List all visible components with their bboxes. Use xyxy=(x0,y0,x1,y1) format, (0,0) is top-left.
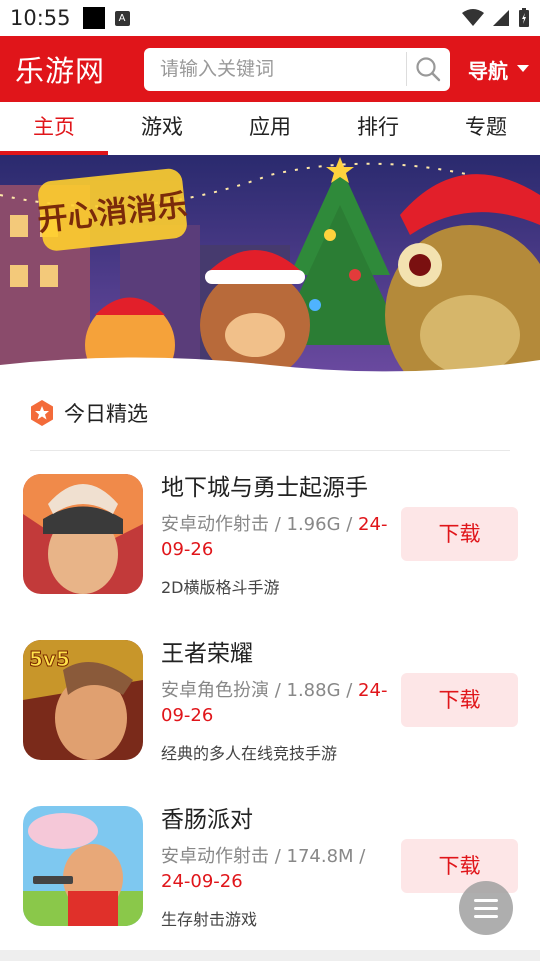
list-item[interactable]: 5v5 王者荣耀 安卓角色扮演 / 1.88G / 24-09-26 经典的多人… xyxy=(0,638,540,778)
item-description: 生存射击游戏 xyxy=(161,910,258,929)
menu-line-icon xyxy=(474,914,498,918)
list-item[interactable]: 地下城与勇士起源手 安卓动作射击 / 1.96G / 24-09-26 2D横版… xyxy=(0,472,540,612)
search-input[interactable] xyxy=(144,47,406,91)
promo-banner[interactable]: 开心消消乐 xyxy=(0,155,540,377)
item-name[interactable]: 王者荣耀 xyxy=(161,634,253,668)
item-meta: 安卓动作射击 / 1.96G / 24-09-26 xyxy=(161,512,396,562)
item-category-size: 安卓动作射击 / 174.8M / xyxy=(161,846,366,867)
item-description: 2D横版格斗手游 xyxy=(161,578,280,597)
item-category-size: 安卓角色扮演 / 1.88G / xyxy=(161,680,359,701)
section-divider xyxy=(30,450,510,451)
item-category-size: 安卓动作射击 / 1.96G / xyxy=(161,514,359,535)
dnf-icon xyxy=(23,474,143,594)
app-icon-wzry[interactable]: 5v5 xyxy=(23,640,143,760)
search-button[interactable] xyxy=(407,48,449,91)
tab-home[interactable]: 主页 xyxy=(0,102,108,155)
app-notification-icon: A xyxy=(114,10,130,26)
wifi-icon xyxy=(462,9,484,26)
item-description: 经典的多人在线竞技手游 xyxy=(161,744,338,763)
featured-card: 今日精选 地下城与勇士起源手 安卓动作射击 / 1.96G / 24-09-26… xyxy=(0,374,540,950)
tab-topics[interactable]: 专题 xyxy=(432,102,540,155)
battery-icon xyxy=(519,8,529,27)
download-button[interactable]: 下载 xyxy=(401,673,518,727)
sausage-party-icon xyxy=(23,806,143,926)
list-item[interactable]: 香肠派对 安卓动作射击 / 174.8M / 24-09-26 生存射击游戏 下… xyxy=(0,804,540,944)
item-name[interactable]: 香肠派对 xyxy=(161,800,253,834)
site-logo[interactable]: 乐游网 xyxy=(15,48,133,90)
download-button[interactable]: 下载 xyxy=(401,507,518,561)
notification-icon xyxy=(82,7,105,29)
nav-menu-button[interactable]: 导航 xyxy=(468,55,529,84)
item-meta: 安卓角色扮演 / 1.88G / 24-09-26 xyxy=(161,678,396,728)
status-time: 10:55 xyxy=(10,6,71,30)
search-box xyxy=(144,47,450,91)
tab-games[interactable]: 游戏 xyxy=(108,102,216,155)
item-meta: 安卓动作射击 / 174.8M / 24-09-26 xyxy=(161,844,396,894)
menu-line-icon xyxy=(474,898,498,902)
main-tabs: 主页 游戏 应用 排行 专题 xyxy=(0,102,540,155)
tab-apps[interactable]: 应用 xyxy=(216,102,324,155)
app-header: 乐游网 导航 xyxy=(0,36,540,102)
floating-menu-button[interactable] xyxy=(459,881,513,935)
item-date: 24-09-26 xyxy=(161,871,243,892)
signal-icon xyxy=(493,10,509,26)
banner-image: 开心消消乐 xyxy=(0,155,540,377)
wzry-icon: 5v5 xyxy=(23,640,143,760)
app-icon-dnf[interactable] xyxy=(23,474,143,594)
nav-menu-label: 导航 xyxy=(468,58,508,83)
search-icon xyxy=(416,57,441,82)
star-badge-icon xyxy=(31,400,53,426)
section-header: 今日精选 xyxy=(30,398,148,428)
menu-line-icon xyxy=(474,906,498,910)
bottom-strip xyxy=(0,950,540,961)
chevron-down-icon xyxy=(517,65,529,72)
status-bar: 10:55 A xyxy=(0,0,540,36)
section-title: 今日精选 xyxy=(64,402,148,426)
item-name[interactable]: 地下城与勇士起源手 xyxy=(161,468,368,502)
app-icon-sausage[interactable] xyxy=(23,806,143,926)
icon-5v5-text: 5v5 xyxy=(29,647,70,671)
tab-ranking[interactable]: 排行 xyxy=(324,102,432,155)
